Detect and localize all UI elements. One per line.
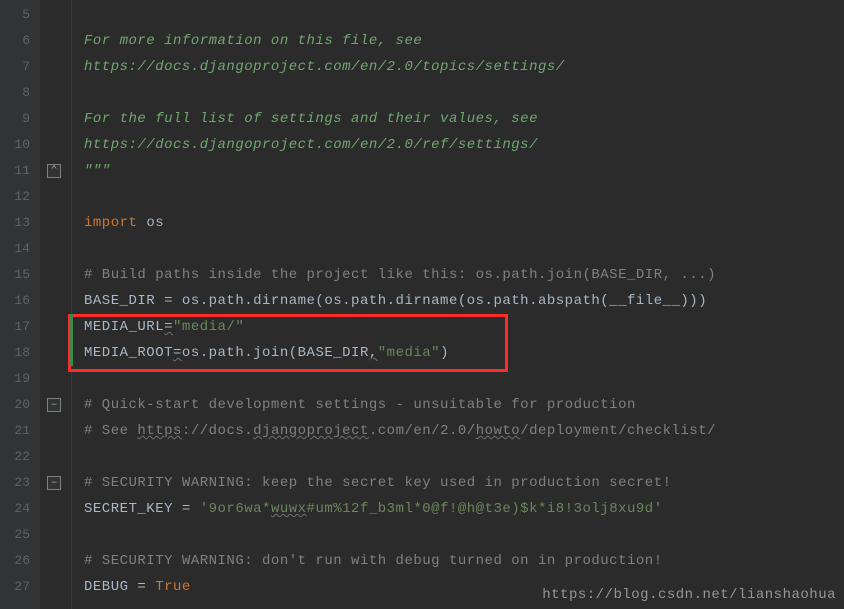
code-line[interactable]: MEDIA_ROOT=os.path.join(BASE_DIR,"media"… [72, 340, 844, 366]
code-line[interactable]: https://docs.djangoproject.com/en/2.0/re… [72, 132, 844, 158]
code-token: djangoproject [253, 423, 369, 439]
fold-marker-icon[interactable]: ⌃ [47, 164, 61, 178]
code-line[interactable] [72, 236, 844, 262]
line-number[interactable]: 25 [0, 522, 40, 548]
code-line[interactable]: """ [72, 158, 844, 184]
code-token: For more information on this file, see [84, 33, 422, 49]
line-number-gutter[interactable]: 5678910111213141516171819202122232425262… [0, 0, 40, 609]
line-number[interactable]: 23 [0, 470, 40, 496]
code-line[interactable]: # SECURITY WARNING: don't run with debug… [72, 548, 844, 574]
code-line[interactable]: # Build paths inside the project like th… [72, 262, 844, 288]
fold-marker-icon[interactable]: – [47, 398, 61, 412]
code-token: = [173, 345, 182, 361]
code-token: https://docs.djangoproject.com/en/2.0/re… [84, 137, 538, 153]
code-token: ://docs. [182, 423, 253, 439]
code-token: MEDIA_URL [84, 319, 164, 335]
code-line[interactable] [72, 444, 844, 470]
line-number[interactable]: 14 [0, 236, 40, 262]
code-line[interactable]: BASE_DIR = os.path.dirname(os.path.dirna… [72, 288, 844, 314]
code-token: '9or6wa* [200, 501, 271, 517]
line-number[interactable]: 9 [0, 106, 40, 132]
line-number[interactable]: 20 [0, 392, 40, 418]
code-line[interactable]: import os [72, 210, 844, 236]
code-line[interactable]: # Quick-start development settings - uns… [72, 392, 844, 418]
line-number[interactable]: 13 [0, 210, 40, 236]
code-token: ) [440, 345, 449, 361]
code-line[interactable]: # See https://docs.djangoproject.com/en/… [72, 418, 844, 444]
code-token: os.path.join(BASE_DIR [182, 345, 369, 361]
code-token: MEDIA_ROOT [84, 345, 173, 361]
fold-column[interactable]: ⌃ – – [40, 0, 72, 609]
code-line[interactable] [72, 80, 844, 106]
code-token: #um%12f_b3ml*0@f!@h@t3e)$k*i8!3olj8xu9d' [307, 501, 663, 517]
line-number[interactable]: 27 [0, 574, 40, 600]
code-area[interactable]: For more information on this file, see ht… [72, 0, 844, 609]
line-number[interactable]: 6 [0, 28, 40, 54]
code-token: For the full list of settings and their … [84, 111, 538, 127]
line-number[interactable]: 7 [0, 54, 40, 80]
modified-line-indicator [69, 314, 73, 340]
code-token: BASE_DIR = os.path.dirname(os.path.dirna… [84, 293, 707, 309]
code-token: import [84, 215, 137, 231]
code-line[interactable]: SECRET_KEY = '9or6wa*wuwx#um%12f_b3ml*0@… [72, 496, 844, 522]
line-number[interactable]: 10 [0, 132, 40, 158]
code-token: https://docs.djangoproject.com/en/2.0/to… [84, 59, 565, 75]
code-token: "media" [378, 345, 440, 361]
line-number[interactable]: 5 [0, 2, 40, 28]
code-token: """ [84, 163, 111, 179]
code-line[interactable]: https://docs.djangoproject.com/en/2.0/to… [72, 54, 844, 80]
code-token: /deployment/checklist/ [520, 423, 716, 439]
line-number[interactable]: 16 [0, 288, 40, 314]
code-token: howto [476, 423, 521, 439]
code-line[interactable]: For more information on this file, see [72, 28, 844, 54]
code-token: SECRET_KEY = [84, 501, 200, 517]
line-number[interactable]: 24 [0, 496, 40, 522]
line-number[interactable]: 17 [0, 314, 40, 340]
code-line[interactable]: # SECURITY WARNING: keep the secret key … [72, 470, 844, 496]
watermark-text: https://blog.csdn.net/lianshaohua [542, 587, 836, 603]
code-line[interactable] [72, 184, 844, 210]
modified-line-indicator [69, 340, 73, 366]
line-number[interactable]: 19 [0, 366, 40, 392]
code-line[interactable]: MEDIA_URL="media/" [72, 314, 844, 340]
line-number[interactable]: 11 [0, 158, 40, 184]
line-number[interactable]: 12 [0, 184, 40, 210]
code-line[interactable]: For the full list of settings and their … [72, 106, 844, 132]
fold-marker-icon[interactable]: – [47, 476, 61, 490]
code-token: # Build paths inside the project like th… [84, 267, 716, 283]
line-number[interactable]: 15 [0, 262, 40, 288]
code-token: # See [84, 423, 137, 439]
line-number[interactable]: 8 [0, 80, 40, 106]
code-token: = [164, 319, 173, 335]
code-line[interactable] [72, 366, 844, 392]
code-editor: 5678910111213141516171819202122232425262… [0, 0, 844, 609]
code-line[interactable] [72, 2, 844, 28]
code-token: DEBUG = [84, 579, 155, 595]
code-token: True [155, 579, 191, 595]
code-token: https [137, 423, 182, 439]
code-token: , [369, 345, 378, 361]
code-line[interactable] [72, 522, 844, 548]
code-token: os [137, 215, 164, 231]
line-number[interactable]: 18 [0, 340, 40, 366]
code-token: wuwx [271, 501, 307, 517]
code-token: # SECURITY WARNING: don't run with debug… [84, 553, 663, 569]
code-token: .com/en/2.0/ [369, 423, 476, 439]
line-number[interactable]: 21 [0, 418, 40, 444]
line-number[interactable]: 26 [0, 548, 40, 574]
code-token: "media/" [173, 319, 244, 335]
code-token: # SECURITY WARNING: keep the secret key … [84, 475, 672, 491]
line-number[interactable]: 22 [0, 444, 40, 470]
code-token: # Quick-start development settings - uns… [84, 397, 636, 413]
